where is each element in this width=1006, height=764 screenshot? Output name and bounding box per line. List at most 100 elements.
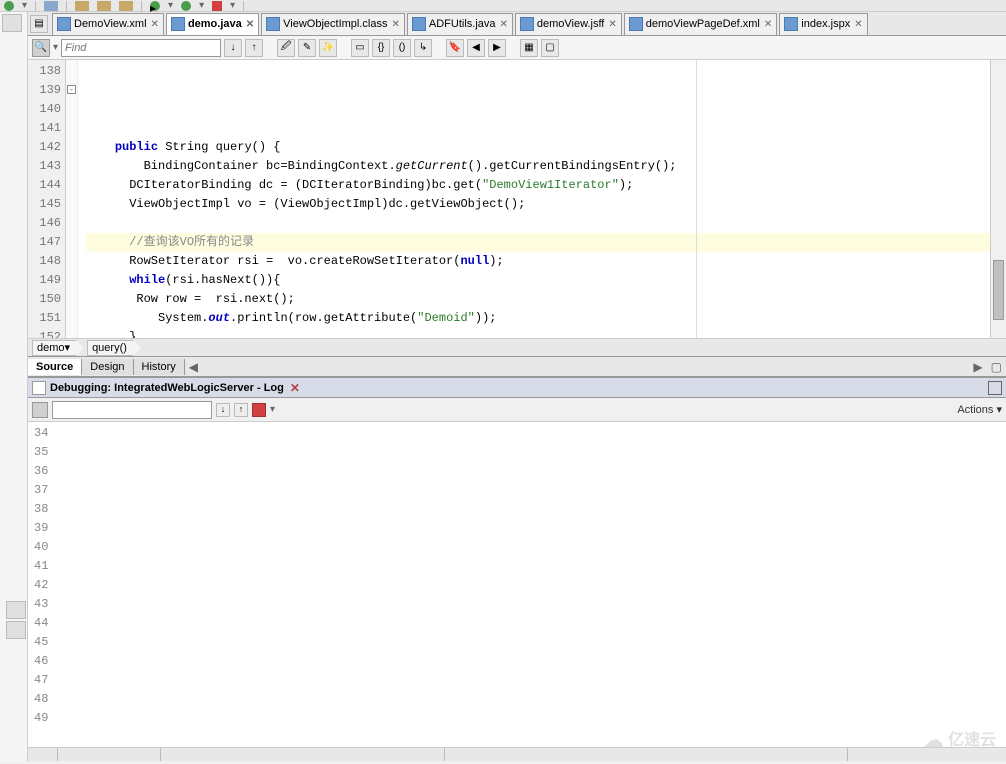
tab-label: demoViewPageDef.xml	[646, 18, 760, 30]
code-line[interactable]: BindingContainer bc=BindingContext.getCu…	[86, 157, 990, 176]
dropdown-icon[interactable]: ▾	[270, 404, 275, 415]
binoculars-icon[interactable]: 🔍	[32, 39, 50, 57]
dropdown-icon[interactable]: ▾	[168, 0, 173, 11]
play-icon[interactable]: ▸	[150, 1, 160, 11]
debug-output-line: 45	[34, 633, 1000, 652]
fold-gutter[interactable]: -	[66, 60, 78, 338]
debug-output-line: 38	[34, 500, 1000, 519]
code-line[interactable]: DCIteratorBinding dc = (DCIteratorBindin…	[86, 176, 990, 195]
code-line[interactable]: RowSetIterator rsi = vo.createRowSetIter…	[86, 252, 990, 271]
stop-icon[interactable]	[212, 1, 222, 11]
dropdown-icon[interactable]: ▾	[65, 341, 71, 354]
panel-toggle-icon[interactable]	[6, 621, 26, 639]
close-icon[interactable]: ✕	[764, 19, 772, 30]
find-input[interactable]	[61, 39, 221, 57]
marker-icon[interactable]: 🖉	[277, 39, 295, 57]
stop-icon[interactable]	[252, 403, 266, 417]
actions-menu[interactable]: Actions ▾	[957, 403, 1002, 416]
file-tab[interactable]: ADFUtils.java✕	[407, 13, 513, 35]
debug-output-line: 42	[34, 576, 1000, 595]
code-line[interactable]: while(rsi.hasNext()){	[86, 271, 990, 290]
close-icon[interactable]: ✕	[500, 19, 508, 30]
tab-label: demoView.jsff	[537, 18, 604, 30]
window-icon[interactable]: ▢	[541, 39, 559, 57]
folder3-icon[interactable]	[119, 1, 133, 11]
code-line[interactable]	[86, 119, 990, 138]
brackets-icon[interactable]: ()	[393, 39, 411, 57]
line-number: 148	[28, 252, 61, 271]
debug-output-line: 36	[34, 462, 1000, 481]
close-icon[interactable]: ✕	[151, 19, 159, 30]
view-tab-source[interactable]: Source	[28, 359, 82, 375]
debug-output-line: 43	[34, 595, 1000, 614]
folder2-icon[interactable]	[97, 1, 111, 11]
panel-toggle-icon[interactable]	[2, 14, 22, 32]
fold-toggle-icon[interactable]: -	[67, 85, 76, 94]
block-icon[interactable]: ▭	[351, 39, 369, 57]
breadcrumb-item[interactable]: demo ▾	[32, 340, 77, 356]
db-icon[interactable]: ▦	[520, 39, 538, 57]
debug-toolbar: ↓ ↑ ▾ Actions ▾	[28, 398, 1006, 422]
search-up-icon[interactable]: ↑	[234, 403, 248, 417]
debug-output[interactable]: 34353637383940414243444546474849	[28, 422, 1006, 761]
line-number: 149	[28, 271, 61, 290]
vertical-scrollbar[interactable]	[990, 60, 1006, 338]
dropdown-icon[interactable]: ▾	[199, 0, 204, 11]
file-tab[interactable]: ViewObjectImpl.class✕	[261, 13, 405, 35]
run-icon[interactable]	[4, 1, 14, 11]
debug-output-line: 34	[34, 424, 1000, 443]
close-icon[interactable]: ✕	[391, 19, 399, 30]
close-icon[interactable]: ✕	[290, 381, 300, 395]
line-number: 142	[28, 138, 61, 157]
file-tab[interactable]: index.jspx✕	[779, 13, 867, 35]
debug-icon[interactable]	[181, 1, 191, 11]
find-next-icon[interactable]: ↑	[245, 39, 263, 57]
code-line[interactable]: public String query() {	[86, 138, 990, 157]
debug-search-input[interactable]	[52, 401, 212, 419]
breadcrumb: demo ▾ query()	[28, 338, 1006, 356]
breadcrumb-item[interactable]: query()	[87, 340, 134, 356]
scroll-right-icon[interactable]: ▶	[969, 360, 986, 374]
code-line[interactable]: System.out.println(row.getAttribute("Dem…	[86, 309, 990, 328]
dropdown-icon[interactable]: ▾	[230, 0, 235, 11]
close-icon[interactable]: ✕	[854, 19, 862, 30]
close-icon[interactable]: ✕	[246, 19, 254, 30]
cloud-icon: ☁	[924, 728, 944, 753]
scrollbar-thumb[interactable]	[993, 260, 1004, 320]
scroll-left-icon[interactable]: ◀	[185, 360, 202, 374]
file-tab[interactable]: demoView.jsff ✕	[515, 13, 622, 35]
step-icon[interactable]: ↳	[414, 39, 432, 57]
file-tab[interactable]: demo.java✕	[166, 13, 259, 35]
wand-icon[interactable]: ✨	[319, 39, 337, 57]
find-prev-icon[interactable]: ↓	[224, 39, 242, 57]
code-line[interactable]: Row row = rsi.next();	[86, 290, 990, 309]
file-tab[interactable]: DemoView.xml✕	[52, 13, 164, 35]
dropdown-icon[interactable]: ▾	[22, 0, 27, 11]
dropdown-icon[interactable]: ▾	[53, 42, 58, 53]
bookmark-prev-icon[interactable]: ◀	[467, 39, 485, 57]
highlight-icon[interactable]: ✎	[298, 39, 316, 57]
xml-icon	[629, 17, 643, 31]
view-tab-history[interactable]: History	[134, 359, 185, 375]
code-editor[interactable]: 1381391401411421431441451461471481491501…	[28, 60, 1006, 338]
line-number: 143	[28, 157, 61, 176]
save-icon[interactable]	[44, 1, 58, 11]
panel-toggle-icon[interactable]	[6, 601, 26, 619]
folder-icon[interactable]	[75, 1, 89, 11]
bookmark-icon[interactable]: 🔖	[446, 39, 464, 57]
code-content[interactable]: public String query() { BindingContainer…	[78, 60, 990, 338]
maximize-icon[interactable]	[988, 381, 1002, 395]
close-icon[interactable]: ✕	[608, 19, 616, 30]
tab-list-icon[interactable]: ▤	[30, 15, 48, 33]
code-line[interactable]: }	[86, 328, 990, 338]
bookmark-next-icon[interactable]: ▶	[488, 39, 506, 57]
maximize-icon[interactable]: ▢	[987, 360, 1006, 374]
code-line[interactable]: //查询该VO所有的记录	[86, 233, 990, 252]
binoculars-icon[interactable]	[32, 402, 48, 418]
code-line[interactable]	[86, 214, 990, 233]
search-down-icon[interactable]: ↓	[216, 403, 230, 417]
code-line[interactable]: ViewObjectImpl vo = (ViewObjectImpl)dc.g…	[86, 195, 990, 214]
file-tab[interactable]: demoViewPageDef.xml ✕	[624, 13, 778, 35]
view-tab-design[interactable]: Design	[82, 359, 133, 375]
braces-icon[interactable]: {}	[372, 39, 390, 57]
